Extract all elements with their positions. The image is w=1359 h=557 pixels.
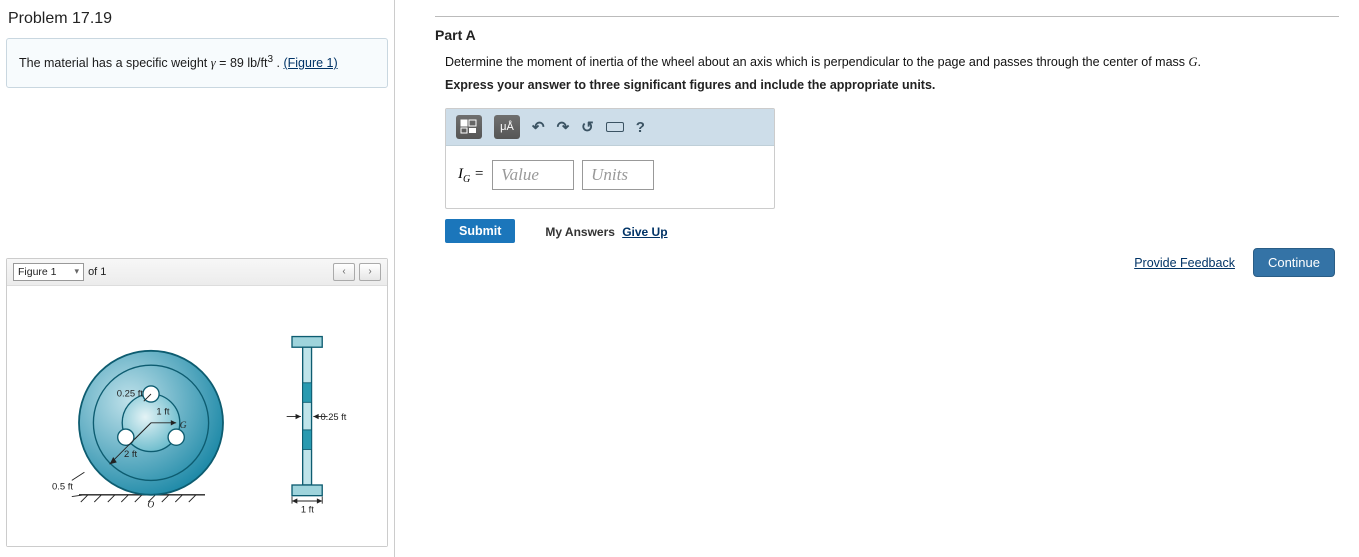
figure-link[interactable]: (Figure 1) <box>283 56 337 70</box>
value-input[interactable]: Value <box>492 160 574 190</box>
figure-body: 0.25 ft 1 ft 2 ft G O 0.5 ft <box>7 286 387 546</box>
give-up-link[interactable]: Give Up <box>622 225 667 239</box>
statement-text: The material has a specific weight <box>19 56 211 70</box>
instruction-text: Express your answer to three significant… <box>445 78 1339 92</box>
symbols-button[interactable]: μÅ <box>494 115 520 139</box>
help-button[interactable]: ? <box>636 119 645 136</box>
provide-feedback-link[interactable]: Provide Feedback <box>1134 256 1235 270</box>
figure-prev-button[interactable]: ‹ <box>333 263 355 281</box>
templates-button[interactable] <box>456 115 482 139</box>
lhs-eq: = <box>470 166 484 182</box>
question-text: Determine the moment of inertia of the w… <box>445 55 1339 70</box>
input-toolbar: μÅ ↶ ↷ ↺ ? <box>446 109 774 146</box>
problem-title: Problem 17.19 <box>8 10 388 28</box>
continue-button[interactable]: Continue <box>1253 248 1335 277</box>
submit-button[interactable]: Submit <box>445 219 515 243</box>
question-body: Determine the moment of inertia of the w… <box>445 55 1189 69</box>
figure-wheel-front: 0.25 ft 1 ft 2 ft G O 0.5 ft <box>52 331 232 511</box>
units-input[interactable]: Units <box>582 160 654 190</box>
keyboard-icon[interactable] <box>606 120 624 135</box>
svg-text:O: O <box>147 500 154 510</box>
redo-button[interactable]: ↷ <box>557 118 570 136</box>
answer-row: IG = Value Units <box>446 146 774 208</box>
svg-text:0.25 ft: 0.25 ft <box>320 412 346 422</box>
divider <box>435 16 1339 17</box>
question-period: . <box>1198 55 1201 69</box>
answer-input-area: μÅ ↶ ↷ ↺ ? IG = Value Units <box>445 108 775 209</box>
svg-text:1 ft: 1 ft <box>301 504 314 514</box>
problem-statement: The material has a specific weight γ = 8… <box>6 38 388 88</box>
var-g: G <box>1189 55 1198 69</box>
answer-lhs: IG = <box>458 166 484 185</box>
undo-button[interactable]: ↶ <box>532 118 545 136</box>
submit-row: Submit My Answers Give Up <box>445 219 1339 243</box>
footer-row: Provide Feedback Continue <box>1134 248 1335 277</box>
figure-next-button[interactable]: › <box>359 263 381 281</box>
svg-text:2 ft: 2 ft <box>124 449 137 460</box>
suffix-text: . <box>273 56 283 70</box>
figure-wheel-side: 0.25 ft 1 ft <box>276 326 356 516</box>
reset-button[interactable]: ↺ <box>581 118 594 136</box>
equals-text: = 89 <box>216 56 248 70</box>
figure-header: Figure 1 ▾ of 1 ‹ › <box>7 259 387 286</box>
my-answers-label: My Answers <box>545 225 615 239</box>
figure-panel: Figure 1 ▾ of 1 ‹ › <box>6 258 388 547</box>
figure-of-label: of 1 <box>88 266 106 278</box>
figure-select-label: Figure 1 <box>18 266 57 278</box>
svg-text:1 ft: 1 ft <box>156 406 169 417</box>
part-label: Part A <box>435 27 1339 43</box>
svg-text:0.5 ft: 0.5 ft <box>52 481 73 492</box>
unit-text: lb/ft <box>247 56 267 70</box>
figure-select[interactable]: Figure 1 ▾ <box>13 263 84 281</box>
svg-text:G: G <box>180 421 187 431</box>
svg-text:0.25 ft: 0.25 ft <box>117 388 144 399</box>
chevron-down-icon: ▾ <box>75 266 80 277</box>
